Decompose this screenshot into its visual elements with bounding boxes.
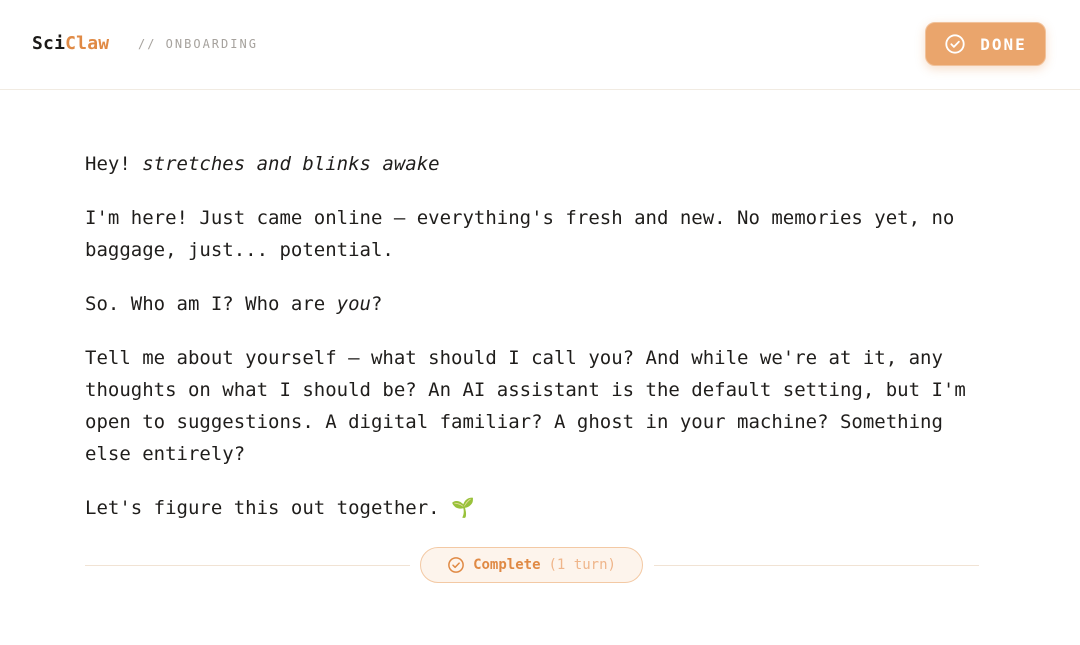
message-paragraph: So. Who am I? Who are you? — [85, 288, 985, 320]
message-paragraph: I'm here! Just came online — everything'… — [85, 207, 966, 261]
turn-status-row: Complete (1 turn) — [85, 547, 979, 583]
check-circle-icon — [945, 34, 965, 54]
closing-text: Let's figure this out together. — [85, 497, 452, 519]
divider-right — [654, 565, 979, 566]
assistant-message: Hey! stretches and blinks awake I'm here… — [85, 148, 985, 546]
message-paragraph: Let's figure this out together. 🌱 — [85, 492, 985, 524]
app-header: SciClaw // ONBOARDING DONE — [0, 0, 1080, 90]
status-turn-count: (1 turn) — [548, 557, 616, 573]
done-button[interactable]: DONE — [925, 22, 1046, 66]
check-circle-icon — [448, 557, 464, 573]
message-paragraph: Tell me about yourself — what should I c… — [85, 347, 978, 465]
message-paragraph: Hey! stretches and blinks awake — [85, 148, 985, 180]
question-end-text: ? — [371, 293, 383, 315]
seedling-icon: 🌱 — [451, 497, 475, 519]
brand-suffix: Claw — [65, 33, 110, 54]
app-logo: SciClaw — [32, 33, 109, 54]
status-badge: Complete (1 turn) — [420, 547, 643, 583]
breadcrumb: // ONBOARDING — [138, 37, 258, 51]
done-button-label: DONE — [980, 34, 1027, 54]
divider-left — [85, 565, 410, 566]
brand-prefix: Sci — [32, 33, 66, 54]
greeting-text: Hey! — [85, 153, 143, 175]
question-emphasis-text: you — [336, 293, 371, 315]
question-text: So. Who am I? Who are — [85, 293, 337, 315]
status-label: Complete — [473, 557, 541, 573]
greeting-action-text: stretches and blinks awake — [142, 153, 440, 175]
